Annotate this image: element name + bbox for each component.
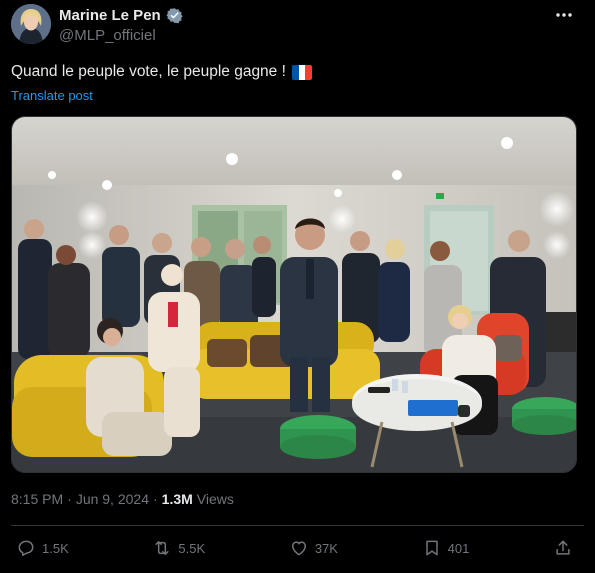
action-bar: 1.5K 5.5K 37K 401 bbox=[16, 538, 573, 558]
like-button[interactable]: 37K bbox=[289, 538, 338, 558]
tweet-text: Quand le peuple vote, le peuple gagne ! bbox=[11, 63, 312, 81]
repost-icon bbox=[155, 541, 169, 555]
repost-count: 5.5K bbox=[178, 540, 206, 556]
flag-stripe-blue bbox=[291, 64, 299, 80]
photo-illustration bbox=[12, 117, 576, 472]
reply-count: 1.5K bbox=[42, 540, 69, 556]
tweet-text-content: Quand le peuple vote, le peuple gagne ! bbox=[11, 63, 286, 80]
bookmark-button[interactable]: 401 bbox=[422, 538, 470, 558]
bookmark-count: 401 bbox=[447, 540, 470, 556]
meta-separator: · bbox=[67, 491, 72, 507]
avatar[interactable] bbox=[11, 4, 51, 44]
tweet-photo[interactable] bbox=[11, 116, 577, 473]
tweet-date[interactable]: Jun 9, 2024 bbox=[76, 491, 149, 507]
author-display-name[interactable]: Marine Le Pen bbox=[59, 7, 161, 24]
tweet-time[interactable]: 8:15 PM bbox=[11, 491, 63, 507]
views-label: Views bbox=[196, 491, 234, 507]
repost-button[interactable]: 5.5K bbox=[152, 538, 205, 558]
views-count: 1.3M bbox=[161, 491, 193, 507]
flag-stripe-white bbox=[298, 64, 306, 80]
flag-stripe-red bbox=[305, 64, 312, 80]
avatar-image bbox=[11, 4, 51, 44]
reply-button[interactable]: 1.5K bbox=[16, 538, 69, 558]
bookmark-icon bbox=[425, 540, 438, 556]
french-flag-icon bbox=[291, 64, 312, 80]
heart-icon bbox=[291, 541, 306, 556]
verified-badge-icon bbox=[166, 8, 183, 24]
reply-icon bbox=[18, 540, 34, 556]
meta-separator: · bbox=[152, 491, 158, 507]
author-name-row[interactable]: Marine Le Pen bbox=[59, 7, 183, 24]
like-count: 37K bbox=[314, 540, 338, 556]
author-handle[interactable]: @MLP_officiel bbox=[59, 27, 156, 44]
more-options-icon[interactable] bbox=[555, 8, 573, 22]
share-icon bbox=[556, 540, 570, 555]
translate-post-link[interactable]: Translate post bbox=[11, 88, 93, 103]
divider bbox=[11, 525, 584, 526]
share-button[interactable] bbox=[553, 538, 573, 558]
tweet-meta: 8:15 PM · Jun 9, 2024 · 1.3M Views bbox=[11, 491, 234, 507]
